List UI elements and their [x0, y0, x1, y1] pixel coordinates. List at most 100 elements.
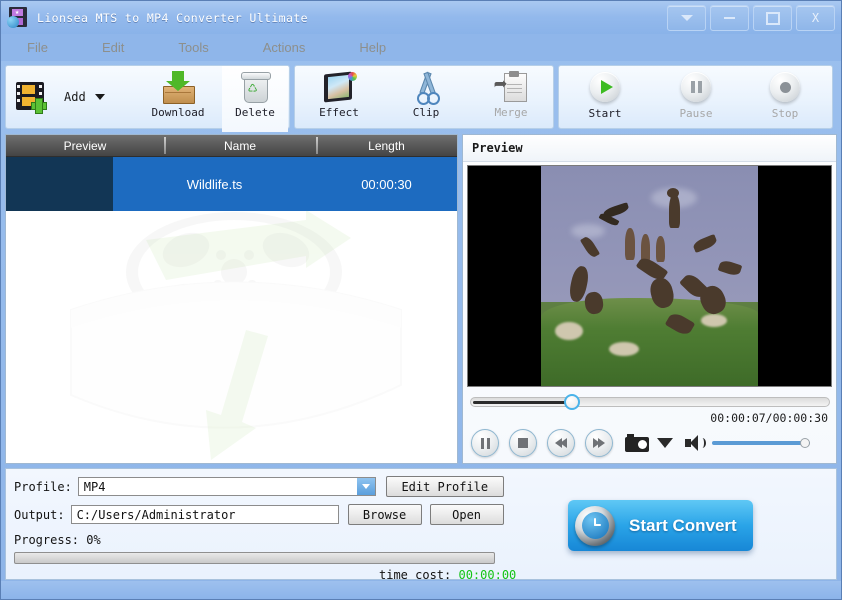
menu-item-file[interactable]: File — [17, 40, 58, 55]
video-frame — [541, 166, 758, 386]
player-controls — [471, 425, 831, 461]
pause-label: Pause — [679, 107, 713, 120]
player-rewind-button[interactable] — [547, 429, 575, 457]
menu-bar: File Edit Tools Actions Help — [1, 34, 841, 61]
menu-item-help[interactable]: Help — [349, 40, 396, 55]
file-list-header: Preview Name Length — [6, 135, 457, 157]
window-controls: X — [667, 5, 835, 31]
start-button[interactable]: Start — [559, 66, 651, 132]
toolbar-group-transport: Start Pause Stop — [558, 65, 833, 129]
window-title: Lionsea MTS to MP4 Converter Ultimate — [37, 10, 308, 25]
stop-icon — [770, 72, 800, 102]
delete-label: Delete — [235, 106, 275, 119]
player-pause-button[interactable] — [471, 429, 499, 457]
preview-panel: Preview 00:00:07/00:00:30 — [462, 134, 837, 464]
start-convert-button[interactable]: Start Convert — [568, 500, 753, 551]
toolbar-group-file: Add Download ♺ Delete — [5, 65, 290, 132]
add-button[interactable]: Add — [6, 66, 134, 128]
camera-icon[interactable] — [625, 434, 649, 452]
volume-slider[interactable] — [712, 437, 810, 449]
menu-item-tools[interactable]: Tools — [168, 40, 218, 55]
row-length: 00:00:30 — [361, 176, 412, 192]
download-label: Download — [151, 106, 205, 119]
timecode-display: 00:00:07/00:00:30 — [710, 411, 828, 425]
output-label: Output: — [14, 507, 65, 522]
table-row[interactable]: Wildlife.ts 00:00:30 — [6, 157, 457, 211]
time-cost-label: time cost: — [379, 568, 452, 582]
application-window: ★ Lionsea MTS to MP4 Converter Ultimate … — [0, 0, 842, 600]
stop-button[interactable]: Stop — [741, 66, 829, 132]
minimize-button[interactable] — [710, 5, 749, 31]
edit-profile-button[interactable]: Edit Profile — [385, 476, 504, 497]
column-header-preview[interactable]: Preview — [6, 135, 164, 156]
player-forward-button[interactable] — [585, 429, 613, 457]
toolbar: Add Download ♺ Delete Effect Clip ➦ Merg… — [5, 65, 837, 132]
add-film-icon — [14, 80, 54, 114]
menu-item-actions[interactable]: Actions — [253, 40, 316, 55]
row-name: Wildlife.ts — [186, 176, 243, 192]
open-button[interactable]: Open — [429, 504, 504, 525]
progress-label: Progress: 0% — [14, 533, 101, 547]
play-icon — [590, 72, 620, 102]
add-label: Add — [64, 90, 86, 104]
chevron-down-icon[interactable] — [94, 94, 105, 100]
download-button[interactable]: Download — [134, 66, 222, 132]
column-header-name[interactable]: Name — [164, 135, 316, 156]
maximize-icon — [765, 11, 780, 25]
output-row: Output: C:/Users/Administrator Browse Op… — [14, 504, 504, 525]
toolbar-group-edit: Effect Clip ➦ Merge — [294, 65, 554, 129]
title-bar: ★ Lionsea MTS to MP4 Converter Ultimate … — [1, 1, 841, 34]
collapse-button[interactable] — [667, 5, 706, 31]
profile-value: MP4 — [83, 479, 106, 494]
volume-track — [712, 441, 810, 445]
preview-title: Preview — [463, 135, 836, 162]
browse-button[interactable]: Browse — [347, 504, 422, 525]
close-button[interactable]: X — [796, 5, 835, 31]
stop-icon — [518, 438, 528, 448]
start-convert-label: Start Convert — [629, 515, 737, 535]
recycle-bin-icon: ♺ — [235, 70, 275, 104]
player-stop-button[interactable] — [509, 429, 537, 457]
chevron-down-icon — [680, 15, 693, 21]
seek-slider[interactable] — [470, 394, 830, 410]
pause-button[interactable]: Pause — [651, 66, 741, 132]
merge-button[interactable]: ➦ Merge — [469, 66, 553, 132]
clip-label: Clip — [412, 106, 440, 119]
time-cost: time cost: 00:00:00 — [379, 568, 516, 582]
effect-label: Effect — [319, 106, 359, 119]
file-list[interactable]: Preview Name Length Wildlife.ts 00:00:30 — [5, 134, 458, 464]
effect-filmstrip-icon — [319, 70, 359, 104]
column-header-length[interactable]: Length — [316, 135, 457, 156]
merge-document-icon: ➦ — [491, 70, 531, 104]
app-film-icon: ★ — [7, 6, 29, 29]
delete-button[interactable]: ♺ Delete — [222, 66, 288, 132]
profile-select[interactable]: MP4 — [77, 477, 376, 496]
video-surface[interactable] — [467, 165, 832, 387]
chevron-down-icon[interactable] — [356, 478, 375, 495]
progress-bar — [14, 552, 495, 564]
stop-label: Stop — [771, 107, 799, 120]
time-cost-value: 00:00:00 — [458, 568, 517, 582]
effect-button[interactable]: Effect — [295, 66, 383, 132]
maximize-button[interactable] — [753, 5, 792, 31]
profile-row: Profile: MP4 Edit Profile — [14, 476, 504, 497]
volume-handle[interactable] — [800, 438, 810, 448]
output-path-input[interactable]: C:/Users/Administrator — [70, 505, 339, 524]
scissors-icon — [406, 70, 446, 105]
start-label: Start — [588, 107, 622, 120]
chevron-down-icon[interactable] — [657, 438, 673, 448]
menu-item-edit[interactable]: Edit — [92, 40, 134, 55]
download-box-icon — [158, 70, 198, 104]
speaker-icon[interactable] — [685, 434, 706, 452]
clip-button[interactable]: Clip — [383, 66, 469, 132]
clock-convert-icon — [575, 505, 615, 546]
pause-icon — [681, 72, 711, 102]
seek-progress — [473, 401, 568, 404]
profile-label: Profile: — [14, 479, 72, 494]
minimize-icon — [724, 17, 735, 19]
merge-label: Merge — [494, 106, 528, 119]
pause-icon — [480, 437, 490, 449]
status-bar — [1, 581, 841, 599]
seek-handle[interactable] — [564, 394, 580, 410]
row-thumbnail — [6, 157, 113, 211]
